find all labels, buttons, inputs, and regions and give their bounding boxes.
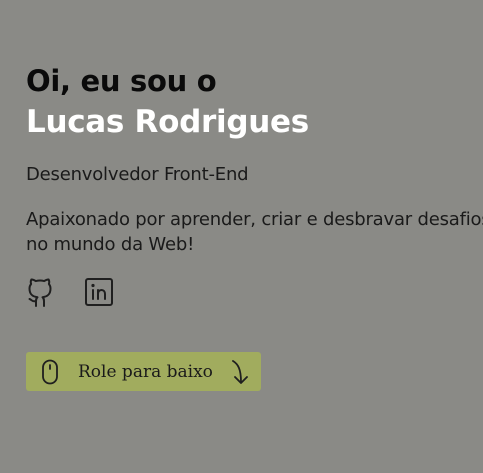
github-icon <box>28 278 52 307</box>
linkedin-link[interactable] <box>84 276 114 308</box>
greeting-text: Oi, eu sou o <box>26 64 217 98</box>
author-name: Lucas Rodrigues <box>26 104 309 140</box>
bio-line-2: no mundo da Web! <box>26 234 195 255</box>
scroll-down-button[interactable]: Role para baixo <box>26 352 261 391</box>
bio-text: Apaixonado por aprender, criar e desbrav… <box>26 207 483 257</box>
arrow-down-right-curved-icon <box>229 359 251 385</box>
bio-line-1: Apaixonado por aprender, criar e desbrav… <box>26 209 483 230</box>
scroll-down-label: Role para baixo <box>78 361 213 382</box>
job-title: Desenvolvedor Front-End <box>26 164 249 185</box>
mouse-icon <box>42 359 58 384</box>
social-links <box>26 276 114 308</box>
linkedin-icon <box>85 278 113 306</box>
github-link[interactable] <box>26 276 56 308</box>
